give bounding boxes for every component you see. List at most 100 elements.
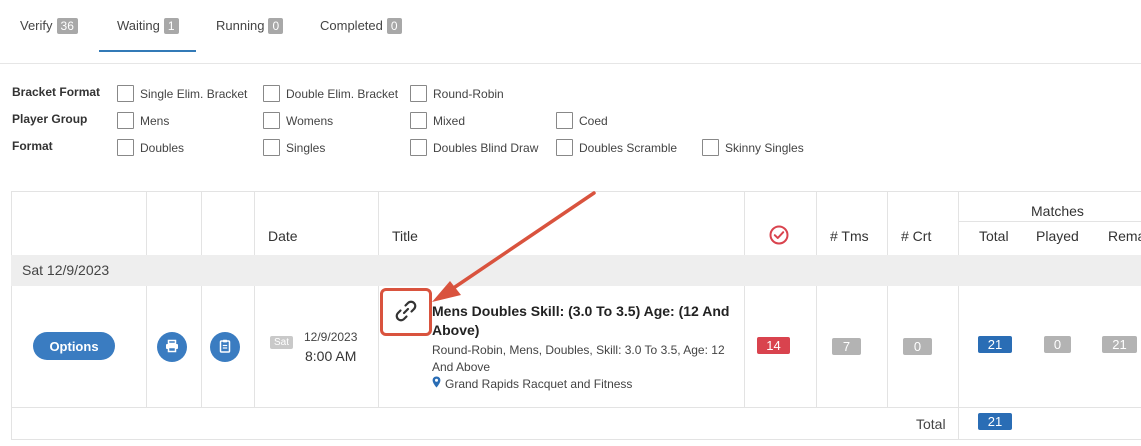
checkbox-doubles-blind-draw[interactable]: Doubles Blind Draw xyxy=(410,139,538,156)
checkbox-box[interactable] xyxy=(263,139,280,156)
column-divider xyxy=(816,286,817,408)
column-divider xyxy=(254,286,255,408)
checkbox-label: Mixed xyxy=(433,113,466,128)
checkbox-label: Mens xyxy=(140,113,170,128)
footer-total-label: Total xyxy=(916,416,946,432)
clipboard-icon xyxy=(218,339,232,356)
header-title[interactable]: Title xyxy=(392,228,418,244)
column-divider xyxy=(146,191,147,255)
checkbox-box[interactable] xyxy=(117,139,134,156)
checkbox-doubles[interactable]: Doubles xyxy=(117,139,184,156)
column-divider xyxy=(958,286,959,440)
header-courts[interactable]: # Crt xyxy=(901,228,931,244)
table-border xyxy=(11,407,1141,408)
checkbox-box[interactable] xyxy=(556,112,573,129)
matches-group-divider xyxy=(958,221,1141,222)
checkbox-box[interactable] xyxy=(410,139,427,156)
event-link-button[interactable] xyxy=(380,288,432,336)
link-icon xyxy=(391,296,421,329)
column-divider xyxy=(378,191,379,255)
tab-label: Waiting xyxy=(117,18,160,33)
matches-total-badge: 21 xyxy=(978,336,1012,353)
column-divider xyxy=(201,286,202,408)
tab-label: Running xyxy=(216,18,265,33)
venue-name: Grand Rapids Racquet and Fitness xyxy=(445,376,633,391)
tab-count-badge: 0 xyxy=(268,18,284,34)
tab-count-badge: 0 xyxy=(386,18,402,34)
event-subtitle: Round-Robin, Mens, Doubles, Skill: 3.0 T… xyxy=(432,343,725,374)
column-divider xyxy=(958,191,959,255)
tab-verify[interactable]: Verify 36 xyxy=(20,18,78,52)
column-divider xyxy=(254,191,255,255)
column-divider xyxy=(146,286,147,408)
header-teams[interactable]: # Tms xyxy=(830,228,869,244)
event-time: 8:00 AM xyxy=(305,348,357,364)
checkbox-label: Single Elim. Bracket xyxy=(140,86,248,101)
column-divider xyxy=(887,191,888,255)
checkbox-label: Singles xyxy=(286,140,326,155)
event-date: 12/9/2023 xyxy=(304,330,358,344)
footer-total-badge: 21 xyxy=(978,413,1012,430)
date-group-row: Sat 12/9/2023 xyxy=(11,255,1141,286)
checkbox-label: Skinny Singles xyxy=(725,140,804,155)
checkbox-label: Doubles xyxy=(140,140,185,155)
checkbox-box[interactable] xyxy=(556,139,573,156)
filter-label-player-group: Player Group xyxy=(12,112,88,126)
status-tabs: Verify 36 Waiting 1 Running 0 Completed … xyxy=(0,0,1141,64)
checkbox-box[interactable] xyxy=(263,112,280,129)
teams-count-badge: 7 xyxy=(832,338,861,355)
date-group-label: Sat 12/9/2023 xyxy=(22,262,110,278)
checkbox-womens[interactable]: Womens xyxy=(263,112,333,129)
checkbox-doubles-scramble[interactable]: Doubles Scramble xyxy=(556,139,677,156)
column-divider xyxy=(887,286,888,408)
checkbox-box[interactable] xyxy=(410,112,427,129)
header-matches-group: Matches xyxy=(1031,203,1084,219)
checkbox-singles[interactable]: Singles xyxy=(263,139,325,156)
checkbox-box[interactable] xyxy=(117,112,134,129)
checkbox-box[interactable] xyxy=(263,85,280,102)
matches-played-badge: 0 xyxy=(1044,336,1071,353)
column-divider xyxy=(744,191,745,255)
table-border-top xyxy=(11,191,1141,192)
column-divider xyxy=(816,191,817,255)
header-date[interactable]: Date xyxy=(268,228,298,244)
table-border-bottom xyxy=(11,439,1141,440)
column-divider xyxy=(11,191,12,440)
map-marker-icon xyxy=(432,376,441,391)
verified-count-badge: 14 xyxy=(757,337,790,354)
checkbox-label: Doubles Blind Draw xyxy=(433,140,539,155)
column-divider xyxy=(378,286,379,408)
checkbox-single-elim[interactable]: Single Elim. Bracket xyxy=(117,85,247,102)
checkbox-mens[interactable]: Mens xyxy=(117,112,169,129)
column-divider xyxy=(744,286,745,408)
checkbox-box[interactable] xyxy=(702,139,719,156)
checkbox-coed[interactable]: Coed xyxy=(556,112,608,129)
checkbox-box[interactable] xyxy=(410,85,427,102)
checkbox-double-elim[interactable]: Double Elim. Bracket xyxy=(263,85,398,102)
venue-link[interactable]: Grand Rapids Racquet and Fitness xyxy=(432,376,632,391)
checkbox-label: Doubles Scramble xyxy=(579,140,678,155)
options-button[interactable]: Options xyxy=(33,332,115,360)
clipboard-button[interactable] xyxy=(210,332,240,362)
events-table: Date Title # Tms # Crt Matches Total Pla… xyxy=(11,191,1141,440)
checkbox-box[interactable] xyxy=(117,85,134,102)
checkbox-label: Double Elim. Bracket xyxy=(286,86,399,101)
checkbox-mixed[interactable]: Mixed xyxy=(410,112,465,129)
event-title[interactable]: Mens Doubles Skill: (3.0 To 3.5) Age: (1… xyxy=(432,302,732,340)
tab-count-badge: 36 xyxy=(56,18,78,34)
checkbox-skinny-singles[interactable]: Skinny Singles xyxy=(702,139,804,156)
day-badge: Sat xyxy=(270,336,294,349)
tab-waiting[interactable]: Waiting 1 xyxy=(99,18,196,52)
header-matches-remaining[interactable]: Remair xyxy=(1108,228,1141,244)
column-divider xyxy=(201,191,202,255)
header-matches-played[interactable]: Played xyxy=(1036,228,1079,244)
filter-label-format: Format xyxy=(12,139,53,153)
print-button[interactable] xyxy=(157,332,187,362)
checkbox-round-robin[interactable]: Round-Robin xyxy=(410,85,504,102)
tab-label: Verify xyxy=(20,18,53,33)
tab-completed[interactable]: Completed 0 xyxy=(320,18,402,52)
tab-count-badge: 1 xyxy=(163,18,179,34)
checkbox-label: Womens xyxy=(286,113,334,128)
header-matches-total[interactable]: Total xyxy=(979,228,1009,244)
tab-running[interactable]: Running 0 xyxy=(216,18,284,52)
